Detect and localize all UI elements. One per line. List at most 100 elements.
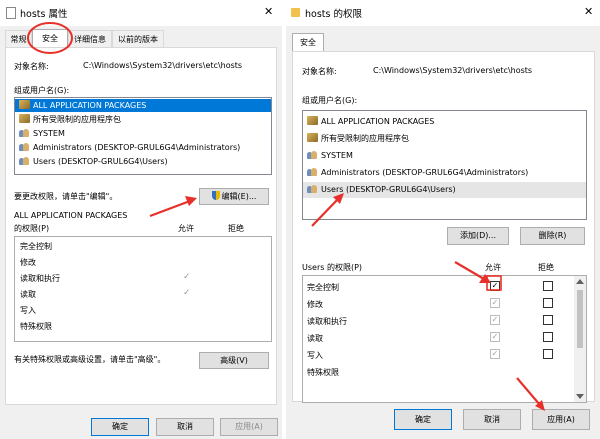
groups-label: 组或用户名(G):: [302, 96, 358, 105]
left-dialog-title: hosts 属性: [20, 9, 68, 20]
deny-header: 拒绝: [228, 224, 244, 233]
deny-modify-checkbox[interactable]: [543, 298, 553, 308]
package-icon: [19, 100, 30, 109]
edit-button-label: 编辑(E)...: [221, 192, 257, 201]
permission-name: 读取: [307, 334, 323, 343]
allow-write-checkbox[interactable]: ✓: [490, 349, 500, 359]
permissions-list: 完全控制 ✓ 修改 ✓ 读取和执行 ✓ 读取 ✓ 写入 ✓ 特殊权限: [302, 275, 587, 403]
perm-title: Users 的权限(P): [302, 263, 363, 272]
permission-name: 修改: [20, 258, 36, 267]
allow-full-control-checkbox[interactable]: ✓: [490, 281, 500, 291]
right-ok-button[interactable]: 确定: [394, 409, 452, 430]
remove-button[interactable]: 删除(R): [520, 227, 585, 245]
deny-read-execute-checkbox[interactable]: [543, 315, 553, 325]
list-item[interactable]: ALL APPLICATION PACKAGES: [303, 114, 586, 130]
permission-name: 完全控制: [307, 283, 339, 292]
users-icon: [19, 142, 30, 151]
package-icon: [307, 133, 318, 142]
scroll-down-icon[interactable]: [576, 394, 584, 399]
tab-general[interactable]: 常规: [5, 30, 32, 48]
list-item[interactable]: 所有受限制的应用程序包: [15, 113, 271, 126]
right-apply-button[interactable]: 应用(A): [532, 409, 590, 430]
deny-full-control-checkbox[interactable]: [543, 281, 553, 291]
perm-title-line1: ALL APPLICATION PACKAGES: [14, 211, 128, 220]
tab-security[interactable]: 安全: [32, 29, 68, 49]
tab-details[interactable]: 详细信息: [68, 30, 112, 48]
permission-name: 完全控制: [20, 242, 52, 251]
group-name: Administrators (DESKTOP-GRUL6G4\Administ…: [321, 168, 529, 177]
file-icon: [6, 7, 16, 19]
left-title-bar: hosts 属性 ✕: [0, 0, 282, 26]
hosts-properties-dialog: hosts 属性 ✕ 常规 安全 详细信息 以前的版本 对象名称: C:\Win…: [0, 0, 282, 439]
shield-icon: [211, 191, 220, 200]
left-cancel-button[interactable]: 取消: [156, 418, 214, 436]
add-button[interactable]: 添加(D)...: [447, 227, 509, 245]
package-icon: [307, 116, 318, 125]
left-ok-button[interactable]: 确定: [91, 418, 149, 436]
close-icon[interactable]: ✕: [264, 5, 273, 18]
groups-label: 组或用户名(G):: [14, 86, 70, 95]
list-item[interactable]: ALL APPLICATION PACKAGES: [15, 99, 271, 112]
users-icon: [307, 167, 318, 176]
tab-previous-versions[interactable]: 以前的版本: [112, 30, 164, 48]
right-title-bar: hosts 的权限 ✕: [286, 0, 600, 26]
list-item[interactable]: Users (DESKTOP-GRUL6G4\Users): [303, 182, 586, 198]
hosts-permissions-dialog: hosts 的权限 ✕ 安全 对象名称: C:\Windows\System32…: [286, 0, 600, 439]
permissions-list: 完全控制 修改 读取和执行 ✓ 读取 ✓ 写入 特殊权限: [14, 236, 272, 342]
list-item[interactable]: 所有受限制的应用程序包: [303, 131, 586, 147]
group-name: Users (DESKTOP-GRUL6G4\Users): [33, 157, 168, 166]
group-name: 所有受限制的应用程序包: [321, 134, 409, 143]
users-icon: [307, 150, 318, 159]
edit-hint: 要更改权限，请单击"编辑"。: [14, 192, 118, 201]
object-name-label: 对象名称:: [302, 67, 337, 76]
list-item[interactable]: Users (DESKTOP-GRUL6G4\Users): [15, 155, 271, 168]
list-item[interactable]: SYSTEM: [15, 127, 271, 140]
group-name: Users (DESKTOP-GRUL6G4\Users): [321, 185, 456, 194]
group-name: ALL APPLICATION PACKAGES: [33, 101, 147, 110]
permission-name: 特殊权限: [20, 322, 52, 331]
allow-read-checkbox[interactable]: ✓: [490, 332, 500, 342]
allow-header: 允许: [485, 263, 501, 272]
groups-list[interactable]: ALL APPLICATION PACKAGES 所有受限制的应用程序包 SYS…: [14, 97, 272, 175]
left-apply-button[interactable]: 应用(A): [220, 418, 278, 436]
allow-check-icon: ✓: [183, 272, 191, 282]
group-name: Administrators (DESKTOP-GRUL6G4\Administ…: [33, 143, 241, 152]
permission-name: 读取和执行: [307, 317, 347, 326]
folder-icon: [291, 8, 300, 17]
group-name: 所有受限制的应用程序包: [33, 115, 121, 124]
tab-security[interactable]: 安全: [292, 33, 324, 52]
edit-button[interactable]: 编辑(E)...: [199, 188, 269, 205]
perm-title-line2: 的权限(P): [14, 224, 50, 233]
allow-read-execute-checkbox[interactable]: ✓: [490, 315, 500, 325]
permission-name: 写入: [20, 306, 36, 315]
advanced-button[interactable]: 高级(V): [199, 352, 269, 369]
deny-header: 拒绝: [538, 263, 554, 272]
users-icon: [19, 128, 30, 137]
right-cancel-button[interactable]: 取消: [463, 409, 521, 430]
close-icon[interactable]: ✕: [584, 5, 593, 18]
allow-check-icon: ✓: [183, 288, 191, 298]
allow-header: 允许: [178, 224, 194, 233]
advanced-hint: 有关特殊权限或高级设置，请单击"高级"。: [14, 355, 166, 364]
right-dialog-title: hosts 的权限: [305, 9, 362, 20]
permissions-scrollbar[interactable]: [574, 276, 586, 402]
right-security-panel: 对象名称: C:\Windows\System32\drivers\etc\ho…: [292, 51, 595, 403]
object-name-label: 对象名称:: [14, 62, 49, 71]
permission-name: 读取和执行: [20, 274, 60, 283]
list-item[interactable]: Administrators (DESKTOP-GRUL6G4\Administ…: [15, 141, 271, 154]
list-item[interactable]: SYSTEM: [303, 148, 586, 164]
deny-write-checkbox[interactable]: [543, 349, 553, 359]
deny-read-checkbox[interactable]: [543, 332, 553, 342]
left-security-panel: 对象名称: C:\Windows\System32\drivers\etc\ho…: [5, 47, 277, 405]
scroll-thumb[interactable]: [577, 290, 583, 348]
permission-name: 写入: [307, 351, 323, 360]
groups-list[interactable]: ALL APPLICATION PACKAGES 所有受限制的应用程序包 SYS…: [302, 110, 587, 220]
scroll-up-icon[interactable]: [576, 279, 584, 284]
group-name: ALL APPLICATION PACKAGES: [321, 117, 435, 126]
group-name: SYSTEM: [33, 129, 65, 138]
list-item[interactable]: Administrators (DESKTOP-GRUL6G4\Administ…: [303, 165, 586, 181]
object-name-value: C:\Windows\System32\drivers\etc\hosts: [373, 66, 533, 75]
package-icon: [19, 114, 30, 123]
allow-modify-checkbox[interactable]: ✓: [490, 298, 500, 308]
group-name: SYSTEM: [321, 151, 353, 160]
